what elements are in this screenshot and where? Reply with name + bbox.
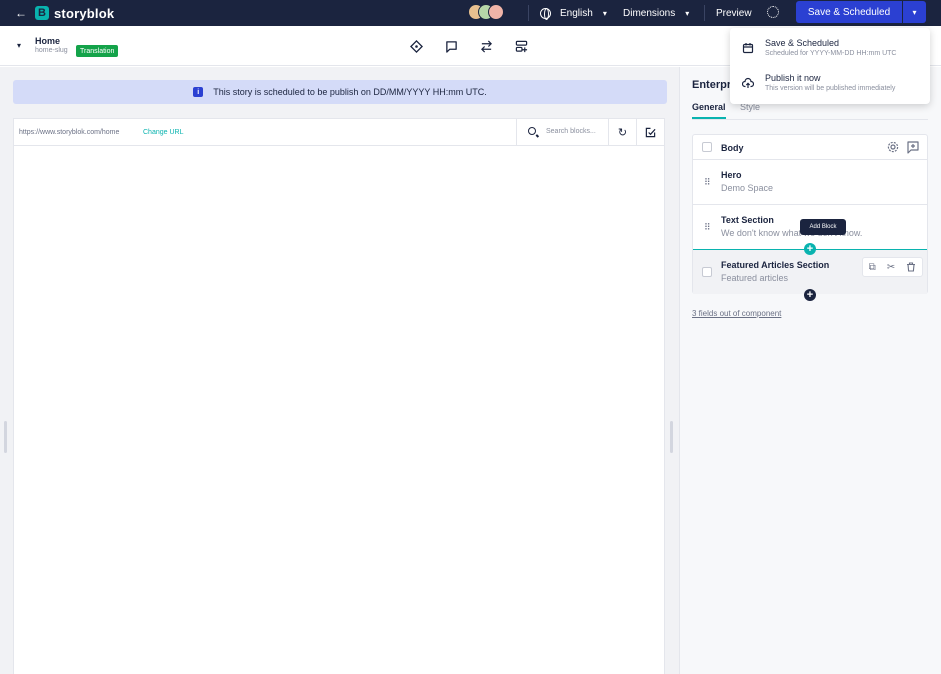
refresh-button[interactable]: ↻ <box>608 119 636 146</box>
chevron-down-icon: ▾ <box>912 7 917 17</box>
search-input[interactable]: Search blocks... <box>546 128 596 135</box>
swap-icon[interactable] <box>480 40 493 53</box>
block-title: Hero <box>721 170 742 180</box>
sync-status-icon <box>767 6 779 18</box>
add-block-button[interactable]: + <box>804 243 816 255</box>
menu-item-title: Save & Scheduled <box>765 38 840 48</box>
dimensions-selector[interactable]: Dimensions ▾ <box>623 0 689 26</box>
language-label: English <box>560 7 593 19</box>
left-resize-handle[interactable] <box>4 421 7 453</box>
save-options-menu: Save & Scheduled Scheduled for YYYY-MM-D… <box>730 28 930 104</box>
body-field-header: Body <box>693 135 927 160</box>
notice-text: This story is scheduled to be publish on… <box>213 87 487 97</box>
duplicate-icon[interactable]: ⧉ <box>869 262 876 273</box>
add-block-tooltip: Add Block <box>800 219 846 235</box>
menu-item-publish-now[interactable]: Publish it now This version will be publ… <box>730 65 930 101</box>
active-tab-indicator <box>692 117 726 119</box>
drag-handle-icon[interactable]: ⠿ <box>704 222 711 233</box>
dimensions-label: Dimensions <box>623 7 676 19</box>
block-checkbox[interactable] <box>702 267 712 277</box>
divider <box>528 5 529 21</box>
block-subtitle: Featured articles <box>721 273 789 283</box>
block-item[interactable]: ⠿ Hero Demo Space <box>693 160 927 205</box>
edit-check-icon <box>645 127 656 138</box>
preview-url: https://www.storyblok.com/home <box>19 129 120 136</box>
menu-item-save-scheduled[interactable]: Save & Scheduled Scheduled for YYYY-MM-D… <box>730 30 930 66</box>
collaborator-avatars[interactable] <box>468 4 504 20</box>
block-actions: ⧉ ✂ <box>862 257 923 277</box>
change-url-link[interactable]: Change URL <box>143 129 183 136</box>
save-scheduled-button[interactable]: Save & Scheduled <box>796 1 902 23</box>
preview-label: Preview <box>716 7 752 19</box>
body-field-label: Body <box>721 143 744 153</box>
divider <box>704 5 705 21</box>
content-panel: Enterpr General Style Body ⠿ Hero Demo S… <box>679 67 941 674</box>
block-item[interactable]: Featured Articles Section Featured artic… <box>693 249 927 294</box>
top-bar: ← B storyblok English ▾ Dimensions ▾ Pre… <box>0 0 941 26</box>
story-name: Home <box>35 36 61 46</box>
chevron-down-icon[interactable]: ▾ <box>17 41 21 50</box>
block-subtitle: Demo Space <box>721 183 774 193</box>
chevron-down-icon: ▾ <box>685 8 690 18</box>
cut-icon[interactable]: ✂ <box>887 262 895 273</box>
preview-frame: https://www.storyblok.com/home Change UR… <box>13 118 665 674</box>
avatar[interactable] <box>488 4 504 20</box>
block-search[interactable]: Search blocks... <box>516 119 608 146</box>
preview-button[interactable]: Preview <box>716 0 752 26</box>
tab-general[interactable]: General <box>692 102 726 112</box>
gear-icon[interactable] <box>887 141 899 153</box>
panel-resize-handle[interactable] <box>670 421 673 453</box>
drag-handle-icon[interactable]: ⠿ <box>704 177 711 188</box>
comment-icon[interactable] <box>445 40 458 53</box>
body-field: Body ⠿ Hero Demo Space ⠿ Text Section We… <box>692 134 928 301</box>
block-title: Text Section <box>721 215 774 225</box>
translation-badge: Translation <box>76 45 119 57</box>
brand-name: storyblok <box>54 5 115 21</box>
url-bar: https://www.storyblok.com/home Change UR… <box>14 119 664 146</box>
layout-blocks-icon[interactable] <box>515 40 528 53</box>
block-title: Featured Articles Section <box>721 260 830 270</box>
diamond-icon[interactable] <box>410 40 423 53</box>
globe-icon <box>540 7 551 20</box>
storyblok-logo-icon: B <box>35 6 49 20</box>
search-icon <box>528 127 536 135</box>
menu-item-subtitle: This version will be published immediate… <box>765 85 896 92</box>
refresh-icon: ↻ <box>617 127 628 139</box>
component-title: Enterpr <box>692 79 732 91</box>
trash-icon[interactable] <box>906 262 916 272</box>
chevron-down-icon: ▾ <box>602 8 607 18</box>
fields-count-link[interactable]: 3 fields out of component <box>692 309 781 318</box>
info-icon: i <box>193 87 204 97</box>
add-block-end-button[interactable]: + <box>804 289 816 301</box>
preview-pane: i This story is scheduled to be publish … <box>0 67 679 674</box>
schedule-notice: i This story is scheduled to be publish … <box>13 80 667 104</box>
save-options-toggle[interactable]: ▾ <box>903 1 926 23</box>
language-selector[interactable]: English ▾ <box>540 0 607 26</box>
select-all-checkbox[interactable] <box>702 142 712 152</box>
calendar-icon <box>742 43 754 54</box>
tabs-divider <box>692 119 928 120</box>
back-arrow-icon[interactable]: ← <box>15 6 27 20</box>
story-slug: home-slug <box>35 47 68 54</box>
menu-item-title: Publish it now <box>765 73 821 83</box>
add-comment-icon[interactable] <box>906 140 920 154</box>
menu-item-subtitle: Scheduled for YYYY-MM-DD HH:mm UTC <box>765 50 897 57</box>
edit-mode-button[interactable] <box>636 119 664 146</box>
cloud-upload-icon <box>742 77 754 88</box>
